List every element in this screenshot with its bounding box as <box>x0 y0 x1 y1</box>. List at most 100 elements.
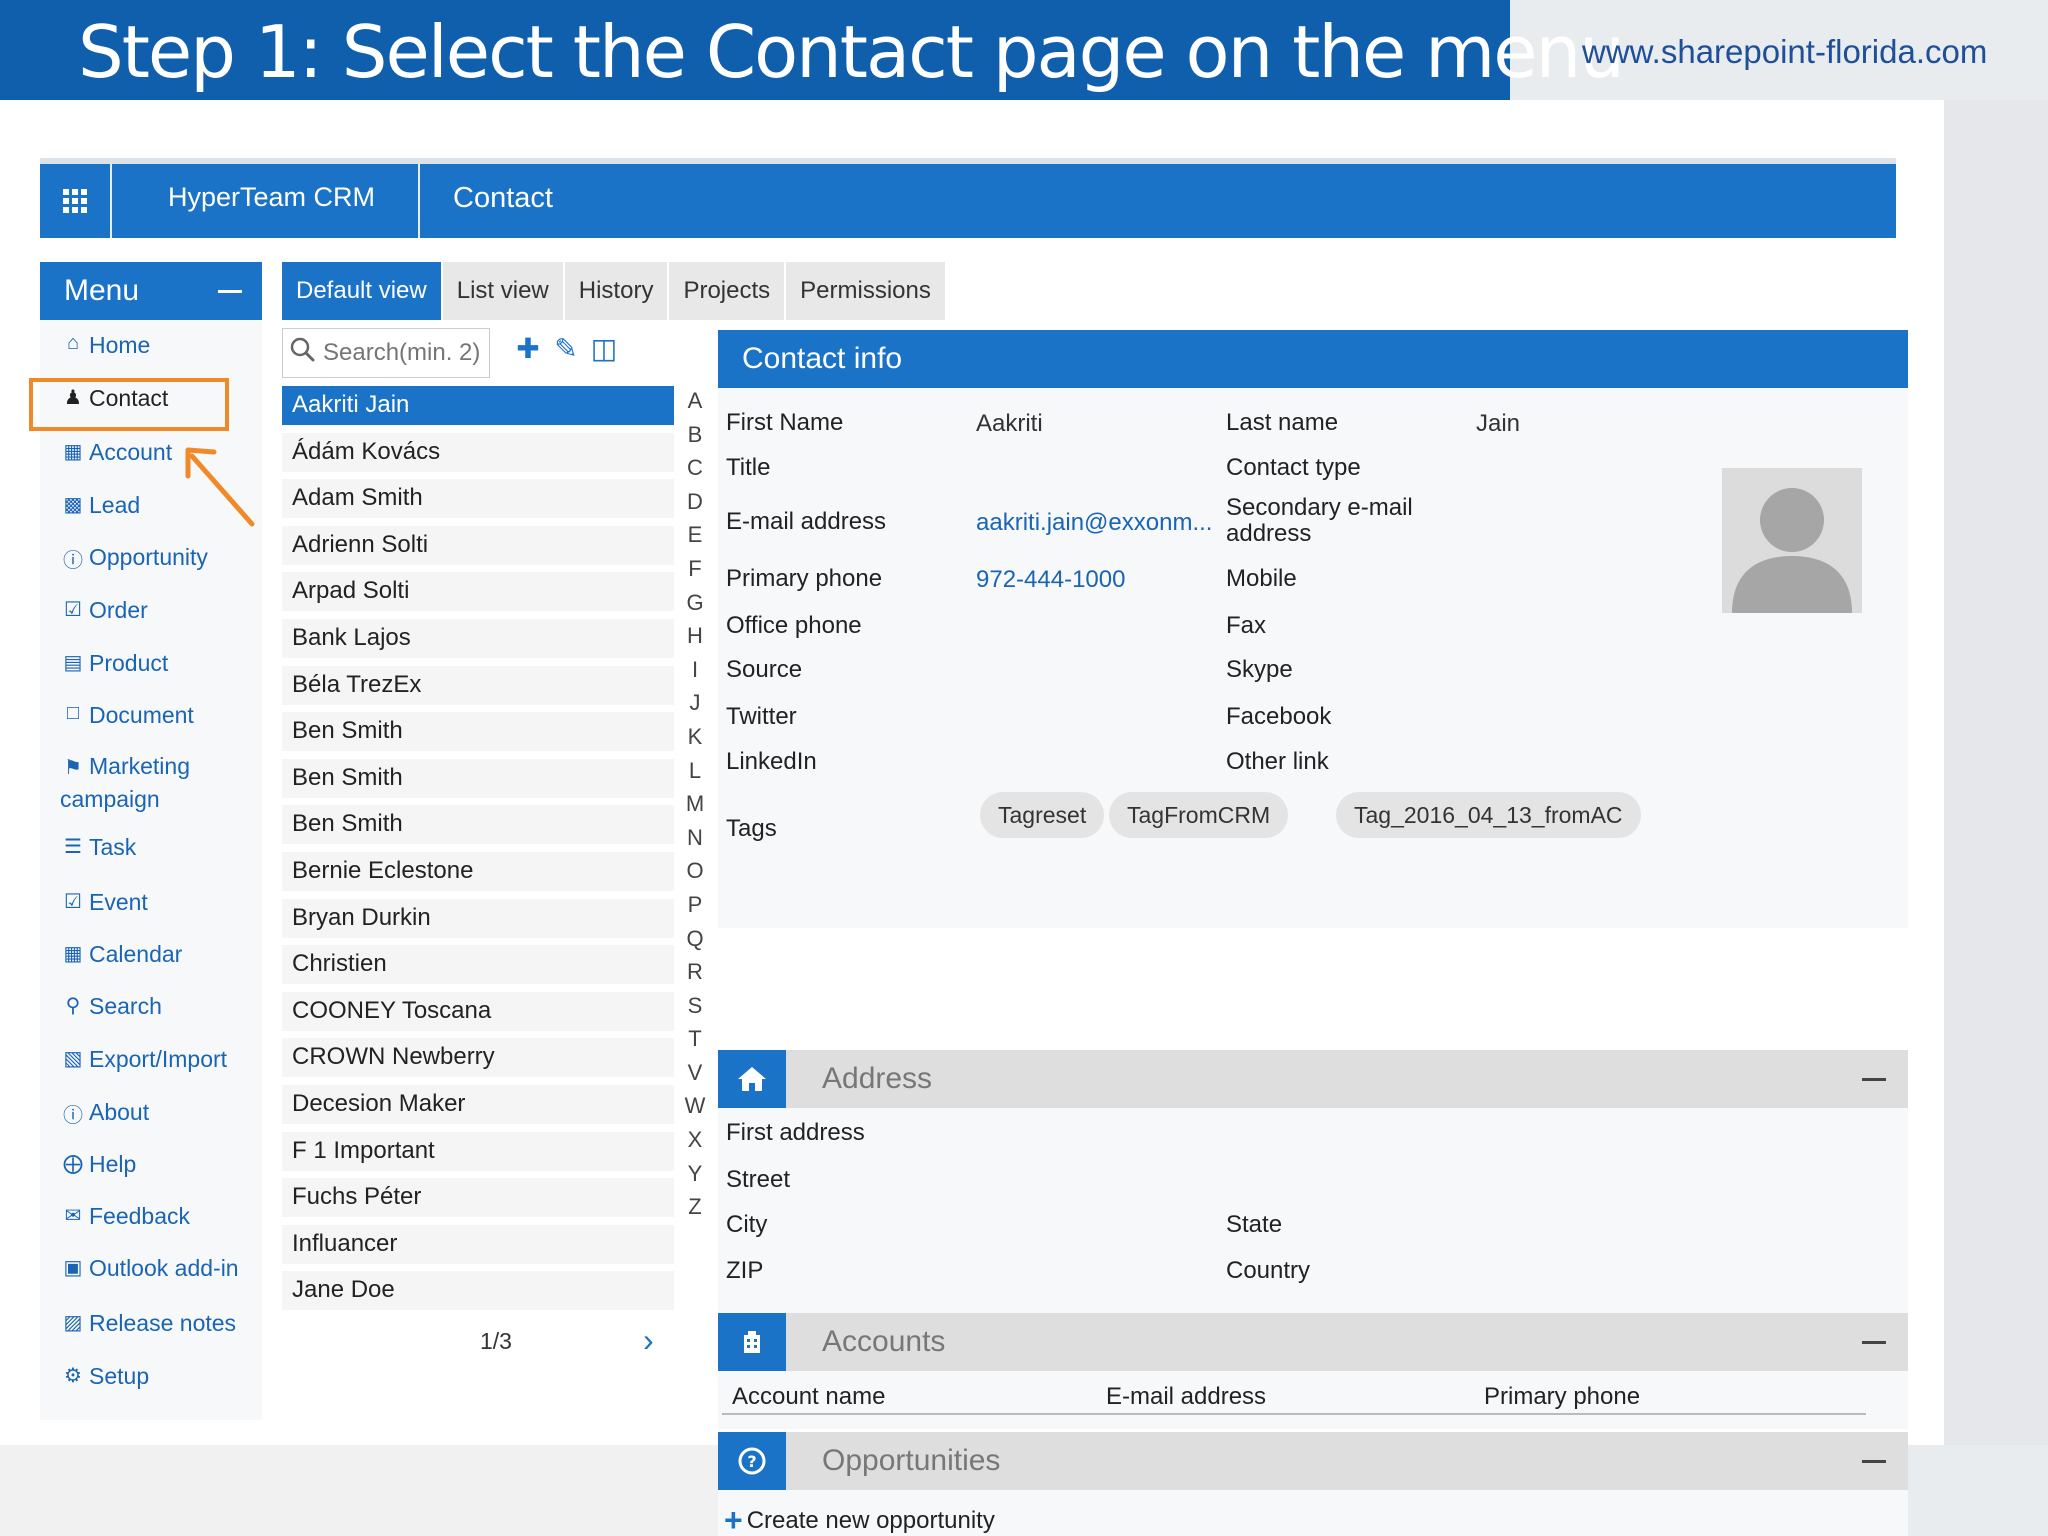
alpha-letter[interactable]: P <box>684 888 706 922</box>
sidebar-item-setup[interactable]: ⚙ Setup <box>60 1363 149 1390</box>
page-indicator: 1/3 <box>480 1328 512 1354</box>
email-link[interactable]: aakriti.jain@exxonm... <box>976 509 1212 537</box>
alphabet-index: A B C D E F G H I J K L M N O P Q R S T … <box>684 384 706 1224</box>
edit-icon[interactable]: ✎ <box>552 332 580 365</box>
tag-chip[interactable]: Tagreset <box>980 792 1105 838</box>
alpha-letter[interactable]: J <box>684 686 706 720</box>
sidebar-item-feedback[interactable]: ✉ Feedback <box>60 1203 190 1230</box>
tab-permissions[interactable]: Permissions <box>786 262 945 320</box>
sidebar-item-export-import[interactable]: ▧ Export/Import <box>60 1046 228 1073</box>
alpha-letter[interactable]: M <box>684 787 706 821</box>
sidebar-item-help[interactable]: ⨁ Help <box>60 1151 136 1178</box>
tag-chip[interactable]: TagFromCRM <box>1109 792 1289 838</box>
sidebar-item-about[interactable]: ⓘ About <box>60 1099 149 1128</box>
envelope-icon: ✉ <box>64 1205 82 1227</box>
alpha-letter[interactable]: O <box>684 854 706 888</box>
alpha-letter[interactable]: Q <box>684 922 706 956</box>
tab-projects[interactable]: Projects <box>669 262 785 320</box>
list-item[interactable]: CROWN Newberry <box>282 1038 674 1078</box>
opportunities-header[interactable]: ? Opportunities <box>718 1432 1908 1490</box>
list-item[interactable]: Decesion Maker <box>282 1084 674 1124</box>
collapse-icon[interactable] <box>1862 1341 1886 1344</box>
sidebar-item-lead[interactable]: ▩ Lead <box>60 492 141 519</box>
create-new-opportunity-button[interactable]: + Create new opportunity <box>724 1502 995 1536</box>
sidebar-item-product[interactable]: ▤ Product <box>60 650 169 677</box>
alpha-letter[interactable]: X <box>684 1123 706 1157</box>
alpha-letter[interactable]: Z <box>684 1190 706 1224</box>
alpha-letter[interactable]: V <box>684 1056 706 1090</box>
list-item[interactable]: Arpad Solti <box>282 572 674 612</box>
primary-phone-link[interactable]: 972-444-1000 <box>976 566 1125 594</box>
sidebar-item-opportunity[interactable]: ⓘ Opportunity <box>60 544 208 573</box>
list-item[interactable]: Bank Lajos <box>282 618 674 658</box>
list-item[interactable]: Bernie Eclestone <box>282 851 674 891</box>
alpha-letter[interactable]: B <box>684 418 706 452</box>
sidebar-item-calendar[interactable]: ▦ Calendar <box>60 941 183 968</box>
alpha-letter[interactable]: L <box>684 754 706 788</box>
list-item[interactable]: Aakriti Jain <box>282 386 674 425</box>
sidebar-item-home[interactable]: ⌂ Home <box>60 332 150 359</box>
tag-chip[interactable]: Tag_2016_04_13_fromAC <box>1336 792 1641 838</box>
address-header[interactable]: Address <box>718 1050 1908 1108</box>
list-item[interactable]: Adrienn Solti <box>282 525 674 565</box>
collapse-icon[interactable] <box>1862 1460 1886 1463</box>
sidebar-item-event[interactable]: ☑ Event <box>60 889 148 916</box>
accounts-header[interactable]: Accounts <box>718 1313 1908 1371</box>
alpha-letter[interactable]: C <box>684 451 706 485</box>
add-icon[interactable]: ✚ <box>514 332 542 365</box>
tab-list-view[interactable]: List view <box>442 262 563 320</box>
list-item[interactable]: Ádám Kovács <box>282 432 674 472</box>
sidebar-item-release-notes[interactable]: ▨ Release notes <box>60 1310 237 1337</box>
twitter-label: Twitter <box>726 703 797 730</box>
alpha-letter[interactable]: A <box>684 384 706 418</box>
search-input[interactable] <box>323 337 483 369</box>
alpha-letter[interactable]: R <box>684 955 706 989</box>
collapse-icon[interactable] <box>1862 1078 1886 1081</box>
sidebar-item-task[interactable]: ☰ Task <box>60 834 136 861</box>
sidebar-item-order[interactable]: ☑ Order <box>60 597 148 624</box>
alpha-letter[interactable]: H <box>684 619 706 653</box>
alpha-letter[interactable]: E <box>684 518 706 552</box>
list-item[interactable]: Ben Smith <box>282 805 674 845</box>
collapse-icon[interactable] <box>218 290 242 293</box>
search-field[interactable] <box>282 328 490 378</box>
sidebar-item-account[interactable]: ▦ Account <box>60 439 173 466</box>
app-launcher-icon[interactable] <box>40 164 110 238</box>
page-name: Contact <box>453 182 553 214</box>
list-item[interactable]: Ben Smith <box>282 758 674 798</box>
delete-icon[interactable]: ◫ <box>590 332 618 365</box>
alpha-letter[interactable]: G <box>684 586 706 620</box>
tab-default-view[interactable]: Default view <box>282 262 441 320</box>
alpha-letter[interactable]: I <box>684 653 706 687</box>
sidebar-item-document[interactable]: □ Document <box>60 702 194 729</box>
alpha-letter[interactable]: F <box>684 552 706 586</box>
list-item[interactable]: Bryan Durkin <box>282 898 674 938</box>
sidebar-item-marketing-campaign[interactable]: ⚑ Marketing campaign <box>60 751 240 815</box>
sidebar-item-search[interactable]: ⚲ Search <box>60 993 162 1020</box>
alpha-letter[interactable]: N <box>684 821 706 855</box>
app-name[interactable]: HyperTeam CRM <box>168 182 375 213</box>
menu-header[interactable]: Menu <box>40 262 262 320</box>
alpha-letter[interactable]: K <box>684 720 706 754</box>
alpha-letter[interactable]: D <box>684 485 706 519</box>
list-item[interactable]: Christien <box>282 945 674 985</box>
alpha-letter[interactable]: W <box>684 1089 706 1123</box>
list-item[interactable]: F 1 Important <box>282 1131 674 1171</box>
list-item[interactable]: Adam Smith <box>282 479 674 519</box>
alpha-letter[interactable]: S <box>684 989 706 1023</box>
list-item[interactable]: Ben Smith <box>282 712 674 752</box>
column-header-email[interactable]: E-mail address <box>1106 1383 1266 1411</box>
column-header-account-name[interactable]: Account name <box>732 1383 885 1411</box>
tab-history[interactable]: History <box>564 262 668 320</box>
chevron-right-icon[interactable]: › <box>643 1322 654 1359</box>
list-item[interactable]: Jane Doe <box>282 1271 674 1311</box>
list-item[interactable]: Fuchs Péter <box>282 1178 674 1218</box>
list-item[interactable]: COONEY Toscana <box>282 991 674 1031</box>
alpha-letter[interactable]: Y <box>684 1157 706 1191</box>
sidebar-item-outlook-add-in[interactable]: ▣ Outlook add-in <box>60 1255 239 1282</box>
column-header-primary-phone[interactable]: Primary phone <box>1484 1383 1640 1411</box>
slide-card-right <box>1944 100 2048 1445</box>
alpha-letter[interactable]: T <box>684 1022 706 1056</box>
list-item[interactable]: Béla TrezEx <box>282 665 674 705</box>
list-item[interactable]: Influancer <box>282 1224 674 1264</box>
